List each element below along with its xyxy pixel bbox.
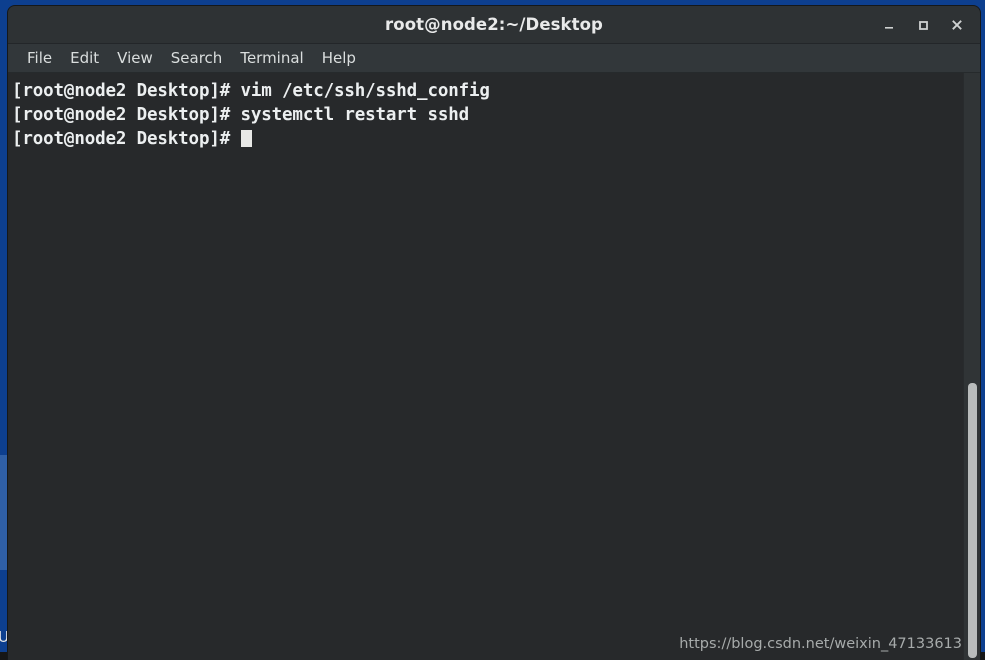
maximize-icon[interactable] <box>906 10 940 40</box>
menu-item-file[interactable]: File <box>18 47 61 70</box>
terminal-line: [root@node2 Desktop]# <box>12 127 963 151</box>
terminal-command: systemctl restart sshd <box>240 105 470 125</box>
terminal-prompt: [root@node2 Desktop]# <box>12 81 241 101</box>
terminal-window: root@node2:~/Desktop File Edit View Sear… <box>8 6 980 660</box>
window-title: root@node2:~/Desktop <box>385 15 603 34</box>
window-titlebar[interactable]: root@node2:~/Desktop <box>8 6 980 44</box>
menu-item-view[interactable]: View <box>108 47 162 70</box>
terminal-line: [root@node2 Desktop]# systemctl restart … <box>12 103 963 127</box>
scrollbar-thumb[interactable] <box>968 383 977 658</box>
minimize-icon[interactable] <box>872 10 906 40</box>
terminal-scrollbar[interactable] <box>963 73 980 660</box>
terminal-prompt: [root@node2 Desktop]# <box>12 105 241 125</box>
terminal-output-area[interactable]: [root@node2 Desktop]# vim /etc/ssh/sshd_… <box>8 73 963 660</box>
menu-item-search[interactable]: Search <box>162 47 232 70</box>
window-controls <box>872 6 974 43</box>
close-icon[interactable] <box>940 10 974 40</box>
terminal-body[interactable]: [root@node2 Desktop]# vim /etc/ssh/sshd_… <box>8 73 980 660</box>
menu-bar: File Edit View Search Terminal Help <box>8 44 980 73</box>
desktop-icon-selection-highlight[interactable] <box>0 455 8 570</box>
menu-item-help[interactable]: Help <box>313 47 365 70</box>
terminal-line: [root@node2 Desktop]# vim /etc/ssh/sshd_… <box>12 79 963 103</box>
watermark-text: https://blog.csdn.net/weixin_47133613 <box>679 636 962 652</box>
terminal-cursor <box>240 130 252 147</box>
menu-item-terminal[interactable]: Terminal <box>231 47 312 70</box>
terminal-command: vim /etc/ssh/sshd_config <box>240 81 490 101</box>
menu-item-edit[interactable]: Edit <box>61 47 108 70</box>
terminal-prompt: [root@node2 Desktop]# <box>12 129 241 149</box>
